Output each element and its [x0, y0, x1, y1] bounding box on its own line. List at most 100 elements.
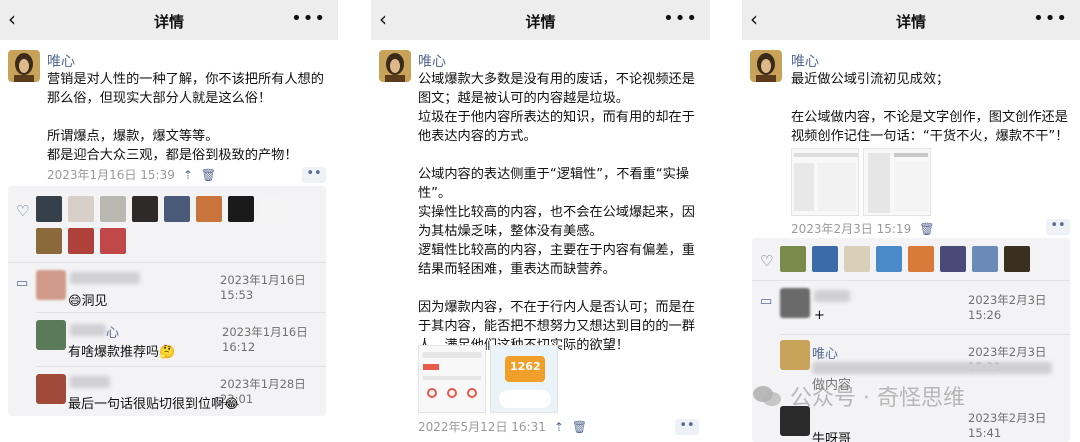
text-line: 逻辑性比较高的内容，主要在于内容有偏差，重 [418, 243, 695, 258]
comment-time: 2023年2月3日 15:26 [968, 293, 1047, 322]
nav-bar: ‹ 详情 ••• [371, 0, 710, 40]
watermark-text: 公众号 · 奇怪思维 [790, 386, 965, 411]
post-meta: 2022年5月12日 16:31 ⇡ 🗑 [418, 418, 587, 435]
comment-icon: ▭ [760, 294, 773, 309]
like-avatar[interactable] [36, 196, 62, 222]
divider [36, 366, 326, 367]
action-menu-button[interactable]: •• [1046, 219, 1070, 235]
more-icon[interactable]: ••• [663, 10, 698, 28]
like-avatar[interactable] [780, 246, 806, 272]
post-meta: 2023年2月3日 15:19 🗑 [791, 220, 934, 237]
avatar[interactable] [750, 50, 782, 82]
comment-avatar[interactable] [780, 288, 810, 318]
like-avatar[interactable] [164, 196, 190, 222]
text-line: 公域内容的表达侧重于“逻辑性”，不看重“实操 [418, 167, 690, 182]
divider [752, 280, 1070, 281]
like-avatar[interactable] [100, 228, 126, 254]
heart-icon: ♡ [16, 202, 30, 220]
blurred-name [70, 376, 110, 388]
blurred-name [70, 272, 140, 284]
moment-detail-panel-3: ‹ 详情 ••• 唯心 最近做公域引流初见成效； 在公域做内容，不论是文字创作，… [742, 0, 1080, 442]
like-avatar[interactable] [908, 246, 934, 272]
post-time: 2022年5月12日 16:31 [418, 420, 546, 434]
nav-bar: ‹ 详情 ••• [742, 0, 1080, 40]
like-avatar[interactable] [68, 196, 94, 222]
post-image[interactable] [863, 148, 931, 216]
text-line: 垃圾在于他内容所表达的知识，而有用的却在于 [418, 110, 695, 125]
text-line: 所谓爆点，爆款，爆文等等。 [47, 129, 219, 144]
text-line: 因为爆款内容，不在于行内人是否认可；而是在 [418, 300, 695, 315]
comment-text: 有啥爆款推荐吗🤔 [68, 345, 176, 360]
pin-icon[interactable]: ⇡ [183, 168, 193, 182]
like-avatar[interactable] [1004, 246, 1030, 272]
text-line [47, 108, 324, 127]
comment-avatar[interactable] [36, 270, 66, 300]
comment-text: 牛呀哥 [812, 432, 852, 442]
author-name[interactable]: 唯心 [47, 51, 75, 71]
like-avatar[interactable] [68, 228, 94, 254]
comment-icon: ▭ [16, 276, 29, 291]
comment-text: 😄洞见 [68, 294, 108, 309]
page-title: 详情 [525, 13, 556, 31]
post-image[interactable] [418, 345, 486, 413]
like-avatar[interactable] [260, 196, 286, 222]
like-avatar[interactable] [844, 246, 870, 272]
author-name[interactable]: 唯心 [791, 51, 819, 71]
moment-detail-panel-2: ‹ 详情 ••• 唯心 公域爆款大多数是没有用的废话，不论视频还是 图文；越是被… [371, 0, 710, 442]
post-text: 营销是对人性的一种了解，你不该把所有人想的 那么俗，但现实大部分人就是这么俗！ … [47, 70, 324, 165]
like-avatar[interactable] [972, 246, 998, 272]
like-avatar[interactable] [940, 246, 966, 272]
comment-avatar[interactable] [780, 340, 810, 370]
nav-bar: ‹ 详情 ••• [0, 0, 338, 40]
comment-time: 2023年1月16日 16:12 [222, 325, 308, 354]
interaction-box: ♡ ▭ 2023年1月16日 15:53 😄洞见 心 2023年1月16日 16… [8, 186, 326, 416]
text-line: 公域爆款大多数是没有用的废话，不论视频还是 [418, 72, 695, 87]
like-avatar[interactable] [100, 196, 126, 222]
like-avatar[interactable] [36, 228, 62, 254]
action-menu-button[interactable]: •• [675, 419, 699, 435]
text-line: 那么俗，但现实大部分人就是这么俗！ [47, 91, 272, 106]
avatar[interactable] [8, 50, 40, 82]
like-avatar[interactable] [132, 196, 158, 222]
text-line: 于其内容，能否把不想努力又想达到目的的一群 [418, 319, 695, 334]
comment-author[interactable]: 唯心 [812, 343, 838, 362]
text-line: 都是迎合大众三观，都是俗到极致的产物！ [47, 148, 298, 163]
trash-icon[interactable]: 🗑 [919, 222, 934, 236]
action-menu-button[interactable]: •• [302, 167, 326, 183]
like-avatar[interactable] [812, 246, 838, 272]
post-image[interactable]: 1262 [490, 345, 558, 413]
more-icon[interactable]: ••• [291, 10, 326, 28]
text-line [418, 279, 695, 298]
like-avatar[interactable] [228, 196, 254, 222]
like-avatar[interactable] [196, 196, 222, 222]
text-line: 为其枯燥乏味，整体没有美感。 [418, 224, 603, 239]
comment-text: 最后一句话很贴切很到位啊😂 [68, 397, 240, 412]
avatar[interactable] [379, 50, 411, 82]
text-line: 视频创作记住一句话：“干货不火，爆款不干”！ [791, 129, 1069, 144]
comment-avatar[interactable] [36, 374, 66, 404]
blurred-name [814, 290, 850, 302]
post-text: 最近做公域引流初见成效； 在公域做内容，不论是文字创作，图文创作还是 视频创作记… [791, 70, 1068, 146]
blurred-text [812, 362, 1052, 374]
text-line: 最近做公域引流初见成效； [791, 72, 950, 87]
image-number: 1262 [510, 360, 541, 373]
like-avatar[interactable] [876, 246, 902, 272]
divider [36, 312, 326, 313]
text-line: 他表达内容的方式。 [418, 129, 537, 144]
post-time: 2023年2月3日 15:19 [791, 222, 912, 236]
author-name[interactable]: 唯心 [418, 51, 446, 71]
comment-avatar[interactable] [36, 320, 66, 350]
pin-icon[interactable]: ⇡ [554, 420, 564, 434]
post-image[interactable] [791, 148, 859, 216]
trash-icon[interactable]: 🗑 [572, 420, 587, 434]
text-line [418, 146, 695, 165]
wechat-logo-icon [752, 385, 782, 407]
comment-time: 2023年2月3日 15:41 [968, 411, 1047, 440]
comment-author[interactable]: 心 [106, 322, 119, 341]
trash-icon[interactable]: 🗑 [201, 168, 216, 182]
text-line: 在公域做内容，不论是文字创作，图文创作还是 [791, 110, 1068, 125]
more-icon[interactable]: ••• [1033, 10, 1068, 28]
text-line: 实操性比较高的内容，也不会在公域爆起来，因 [418, 205, 695, 220]
text-line: 结果而轻困难，重表达而缺营养。 [418, 262, 616, 277]
text-line: 营销是对人性的一种了解，你不该把所有人想的 [47, 72, 324, 87]
